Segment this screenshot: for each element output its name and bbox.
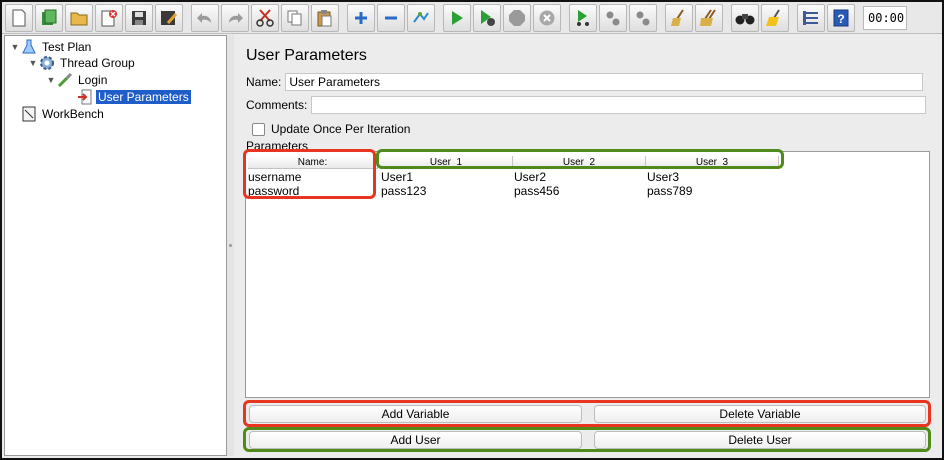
update-once-label: Update Once Per Iteration	[271, 122, 411, 136]
remote-stop-icon[interactable]	[599, 3, 627, 32]
tree-node-login[interactable]: ▼ Login	[45, 72, 109, 88]
column-header-user-1[interactable]: User_1	[380, 156, 513, 169]
copy-icon[interactable]	[281, 3, 309, 32]
comments-row: Comments:	[246, 96, 927, 114]
comments-label: Comments:	[246, 98, 308, 112]
table-cell[interactable]: pass789	[647, 184, 692, 198]
test-plan-tree[interactable]: ▼ Test Plan ▼ Thread Group ▼ Login User …	[4, 35, 227, 456]
redo-icon[interactable]	[221, 3, 249, 32]
clear-all-icon[interactable]	[695, 3, 723, 32]
comments-field[interactable]	[311, 96, 927, 114]
table-cell[interactable]: pass123	[381, 184, 426, 198]
tree-label-workbench: WorkBench	[42, 107, 104, 121]
tree-node-workbench[interactable]: WorkBench	[21, 106, 106, 122]
jmeter-window: ? 00:00:00 ▼ Test Plan ▼ Thread Group ▼ …	[0, 0, 944, 460]
function-helper-icon[interactable]	[797, 3, 825, 32]
add-variable-button[interactable]: Add Variable	[249, 405, 582, 423]
table-cell[interactable]: User3	[647, 170, 679, 184]
tree-label-thread-group: Thread Group	[60, 56, 135, 70]
shutdown-icon[interactable]	[533, 3, 561, 32]
gear-icon	[39, 55, 55, 71]
save-icon[interactable]	[125, 3, 153, 32]
tree-label-test-plan: Test Plan	[42, 40, 92, 54]
name-label: Name:	[246, 75, 282, 89]
clear-icon[interactable]	[665, 3, 693, 32]
name-row: Name:	[246, 73, 924, 91]
table-cell[interactable]: User1	[381, 170, 413, 184]
save-as-icon[interactable]	[155, 3, 183, 32]
column-header-user-3[interactable]: User_3	[646, 156, 779, 169]
column-header-user-2[interactable]: User_2	[513, 156, 646, 169]
table-cell[interactable]: User2	[514, 170, 546, 184]
stop-icon[interactable]	[503, 3, 531, 32]
tree-label-user-parameters: User Parameters	[96, 90, 191, 104]
close-icon[interactable]	[95, 3, 123, 32]
table-cell[interactable]: password	[248, 184, 299, 198]
tree-node-test-plan[interactable]: ▼ Test Plan	[9, 39, 93, 55]
remote-start-icon[interactable]	[569, 3, 597, 32]
user-parameters-panel: User Parameters Name: Comments: Update O…	[234, 35, 940, 456]
elapsed-timer: 00:00:00	[863, 5, 907, 30]
toggle-icon[interactable]	[407, 3, 435, 32]
help-icon[interactable]: ?	[827, 3, 855, 32]
panel-title: User Parameters	[246, 47, 367, 64]
collapse-icon[interactable]	[377, 3, 405, 32]
sampler-pipette-icon	[57, 72, 73, 88]
paste-icon[interactable]	[311, 3, 339, 32]
svg-text:?: ?	[837, 12, 844, 26]
expanded-triangle-icon[interactable]: ▼	[45, 75, 57, 85]
split-pane-divider[interactable]	[227, 35, 234, 456]
parameters-table[interactable]: Name: User_1 User_2 User_3 username User…	[245, 151, 930, 398]
tree-node-thread-group[interactable]: ▼ Thread Group	[27, 55, 137, 71]
expanded-triangle-icon[interactable]: ▼	[27, 58, 39, 68]
delete-user-button[interactable]: Delete User	[594, 431, 926, 449]
expand-icon[interactable]	[347, 3, 375, 32]
tree-label-login: Login	[78, 73, 108, 87]
test-plan-icon	[21, 39, 37, 55]
table-cell[interactable]: username	[248, 170, 301, 184]
start-no-pause-icon[interactable]	[473, 3, 501, 32]
delete-variable-button[interactable]: Delete Variable	[594, 405, 926, 423]
reset-search-icon[interactable]	[761, 3, 789, 32]
expanded-triangle-icon[interactable]: ▼	[9, 42, 21, 52]
preprocessor-icon	[77, 89, 93, 105]
templates-icon[interactable]	[35, 3, 63, 32]
open-icon[interactable]	[65, 3, 93, 32]
add-user-button[interactable]: Add User	[249, 431, 582, 449]
column-header-name[interactable]: Name:	[248, 156, 378, 169]
toolbar: ? 00:00:00	[2, 2, 942, 34]
name-field[interactable]	[285, 73, 924, 91]
update-once-checkbox[interactable]	[252, 122, 265, 136]
table-cell[interactable]: pass456	[514, 184, 559, 198]
tree-node-user-parameters[interactable]: User Parameters	[77, 89, 191, 105]
start-icon[interactable]	[443, 3, 471, 32]
update-once-row[interactable]: Update Once Per Iteration	[252, 122, 410, 136]
workbench-icon	[21, 106, 37, 122]
new-icon[interactable]	[5, 3, 33, 32]
search-icon[interactable]	[731, 3, 759, 32]
undo-icon[interactable]	[191, 3, 219, 32]
remote-shutdown-icon[interactable]	[629, 3, 657, 32]
cut-icon[interactable]	[251, 3, 279, 32]
